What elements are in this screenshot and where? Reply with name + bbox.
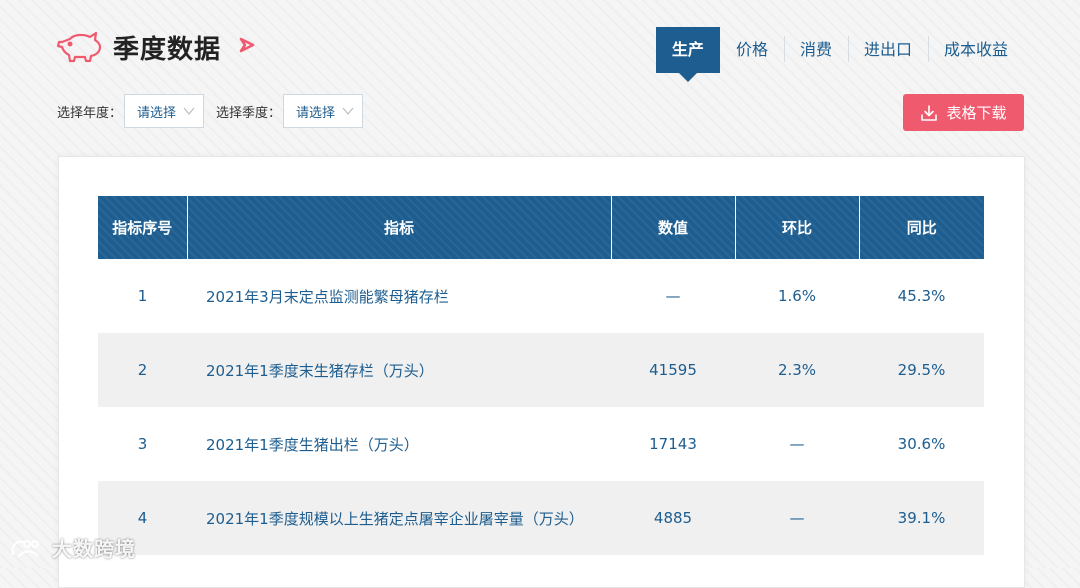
cell-index: 3	[137, 435, 148, 453]
cell-indicator: 2021年1季度生猪出栏（万头）	[206, 435, 419, 454]
download-button-label: 表格下载	[946, 104, 1007, 122]
pig-icon	[56, 31, 102, 63]
cell-value: 41595	[611, 333, 735, 407]
column-header-index: 指标序号	[98, 196, 187, 259]
column-header-mom: 环比	[734, 196, 859, 259]
quarter-filter-label: 选择季度：	[216, 105, 282, 121]
cell-mom: —	[789, 435, 805, 453]
chevron-down-icon	[342, 107, 354, 115]
cell-yoy: 45.3%	[897, 287, 946, 305]
table-row: 1 2021年3月末定点监测能繁母猪存栏 — 1.6% 45.3%	[98, 259, 984, 333]
quarter-select-value: 请选择	[296, 105, 336, 121]
cell-mom: —	[735, 481, 859, 555]
tab-cost-benefit[interactable]: 成本收益	[927, 27, 1024, 73]
table-row: 4 2021年1季度规模以上生猪定点屠宰企业屠宰量（万头） 4885 — 39.…	[98, 481, 984, 555]
download-icon	[921, 104, 938, 121]
cell-mom: 2.3%	[735, 333, 859, 407]
cell-yoy: 29.5%	[859, 333, 984, 407]
tab-production[interactable]: 生产	[655, 27, 720, 82]
cell-yoy: 30.6%	[897, 435, 946, 453]
cell-value: 17143	[649, 435, 697, 453]
download-table-button[interactable]: 表格下载	[903, 94, 1024, 131]
watermark: 大数跨境	[10, 533, 136, 562]
page-title: 季度数据	[113, 35, 222, 65]
cell-index: 1	[137, 287, 148, 305]
table-row: 3 2021年1季度生猪出栏（万头） 17143 — 30.6%	[98, 407, 984, 481]
table-header-row: 指标序号 指标 数值 环比 同比	[98, 196, 984, 259]
tab-import-export[interactable]: 进出口	[847, 27, 928, 73]
data-card: 指标序号 指标 数值 环比 同比 1 2021年3月末定点监测能繁母猪存栏 — …	[58, 156, 1025, 588]
cell-value: —	[665, 287, 681, 305]
category-tabs: 生产 价格 消费 进出口 成本收益	[655, 27, 1024, 82]
cell-value: 4885	[611, 481, 735, 555]
table-row: 2 2021年1季度末生猪存栏（万头） 41595 2.3% 29.5%	[98, 333, 984, 407]
year-select-value: 请选择	[137, 105, 177, 121]
watermark-text: 大数跨境	[52, 537, 136, 561]
cell-yoy: 39.1%	[859, 481, 984, 555]
cell-index: 2	[98, 333, 187, 407]
watermark-logo-icon	[11, 539, 39, 557]
data-table: 指标序号 指标 数值 环比 同比 1 2021年3月末定点监测能繁母猪存栏 — …	[98, 196, 984, 555]
tab-consumption[interactable]: 消费	[783, 27, 848, 73]
cell-mom: 1.6%	[777, 287, 817, 305]
chevron-down-icon	[183, 107, 195, 115]
filter-bar: 选择年度： 请选择 选择季度： 请选择	[57, 94, 375, 128]
header: 季度数据 生产 价格 消费 进出口 成本收益	[0, 0, 1080, 90]
tab-price[interactable]: 价格	[720, 27, 784, 73]
year-select[interactable]: 请选择	[124, 94, 205, 128]
quarter-select[interactable]: 请选择	[283, 94, 364, 128]
column-header-yoy: 同比	[858, 196, 984, 259]
year-filter-label: 选择年度：	[57, 105, 123, 121]
cell-indicator: 2021年1季度规模以上生猪定点屠宰企业屠宰量（万头）	[187, 481, 611, 555]
column-header-value: 数值	[610, 196, 735, 259]
cell-indicator: 2021年3月末定点监测能繁母猪存栏	[206, 287, 449, 306]
arrow-right-icon	[239, 37, 255, 53]
cell-indicator: 2021年1季度末生猪存栏（万头）	[187, 333, 611, 407]
column-header-indicator: 指标	[186, 196, 611, 259]
